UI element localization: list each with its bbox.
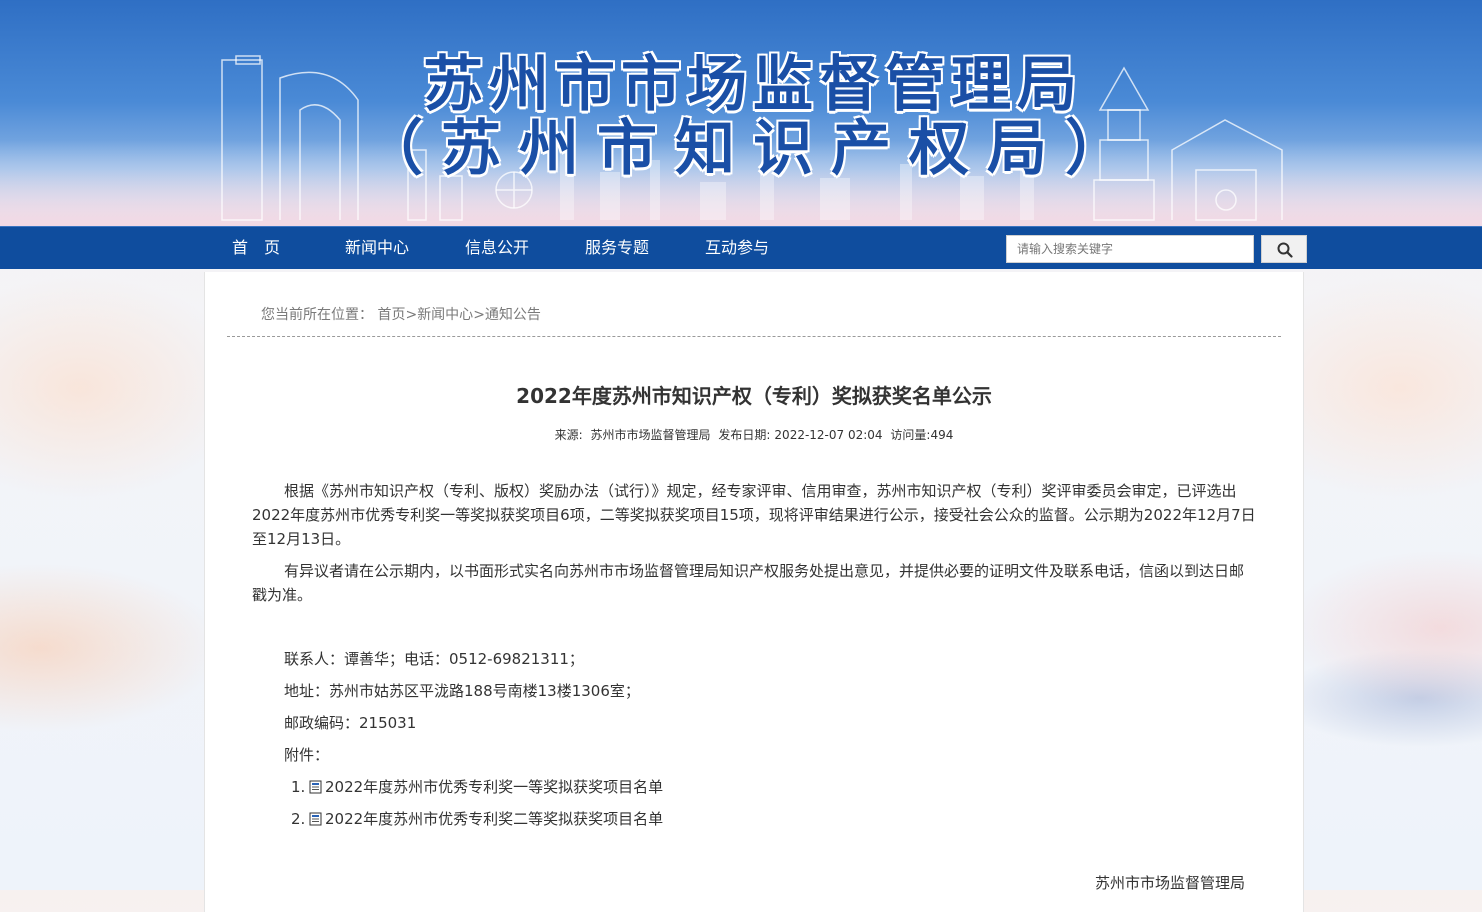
search-input[interactable] <box>1006 235 1254 263</box>
document-icon <box>309 812 322 825</box>
attachment-link-second-prize[interactable]: 2022年度苏州市优秀专利奖二等奖拟获奖项目名单 <box>325 808 663 829</box>
nav-item-info-disclosure[interactable]: 信息公开 <box>465 227 529 269</box>
attachment-link-first-prize[interactable]: 2022年度苏州市优秀专利奖一等奖拟获奖项目名单 <box>325 776 663 797</box>
date-value: 2022-12-07 02:04 <box>774 428 883 442</box>
breadcrumb-notices[interactable]: 通知公告 <box>485 307 541 323</box>
views-label: 访问量: <box>890 428 931 442</box>
address-line: 地址：苏州市姑苏区平泷路188号南楼13楼1306室； <box>284 682 640 700</box>
views-value: 494 <box>930 428 954 442</box>
source-value: 苏州市市场监督管理局 <box>590 428 711 442</box>
attachments-label: 附件： <box>284 746 330 764</box>
divider <box>227 336 1281 337</box>
breadcrumb-home[interactable]: 首页 <box>377 307 405 323</box>
article-card: 您当前所在位置： 首页>新闻中心>通知公告 2022年度苏州市知识产权（专利）奖… <box>204 272 1304 912</box>
date-label: 发布日期: <box>718 428 771 442</box>
postcode-line: 邮政编码：215031 <box>284 714 417 732</box>
article-title: 2022年度苏州市知识产权（专利）奖拟获奖名单公示 <box>516 384 992 408</box>
nav-item-news-center[interactable]: 新闻中心 <box>345 227 409 269</box>
breadcrumb-sep: > <box>405 307 418 323</box>
breadcrumb-news-center[interactable]: 新闻中心 <box>417 307 473 323</box>
nav-item-home[interactable]: 首 页 <box>232 227 280 269</box>
breadcrumb-prefix: 您当前所在位置： <box>261 307 373 323</box>
nav-item-service-topics[interactable]: 服务专题 <box>585 227 649 269</box>
document-icon <box>309 780 322 793</box>
nav-item-interaction[interactable]: 互动参与 <box>705 227 769 269</box>
breadcrumb: 您当前所在位置： 首页>新闻中心>通知公告 <box>261 304 541 324</box>
site-title-line2: （苏州市知识产权局） <box>363 114 1143 184</box>
article-paragraph-2: 有异议者请在公示期内，以书面形式实名向苏州市市场监督管理局知识产权服务处提出意见… <box>252 562 1245 604</box>
attachment-item: 2. 2022年度苏州市优秀专利奖二等奖拟获奖项目名单 <box>291 808 663 829</box>
article-paragraph-1: 根据《苏州市知识产权（专利、版权）奖励办法（试行）》规定，经专家评审、信用审查，… <box>252 482 1256 548</box>
search-icon <box>1277 242 1293 258</box>
contact-line: 联系人：谭善华；电话：0512-69821311； <box>284 650 584 668</box>
attachment-number: 2. <box>291 809 306 828</box>
breadcrumb-sep: > <box>473 307 485 323</box>
search-button[interactable] <box>1261 235 1307 263</box>
main-nav: 首 页 新闻中心 信息公开 服务专题 互动参与 <box>0 226 1482 269</box>
article-meta: 来源: 苏州市市场监督管理局 发布日期: 2022-12-07 02:04 访问量… <box>205 426 1303 443</box>
attachment-number: 1. <box>291 777 306 796</box>
source-label: 来源: <box>554 428 583 442</box>
site-banner: 苏州市市场监督管理局 （苏州市知识产权局） <box>0 0 1482 226</box>
attachment-item: 1. 2022年度苏州市优秀专利奖一等奖拟获奖项目名单 <box>291 776 663 797</box>
